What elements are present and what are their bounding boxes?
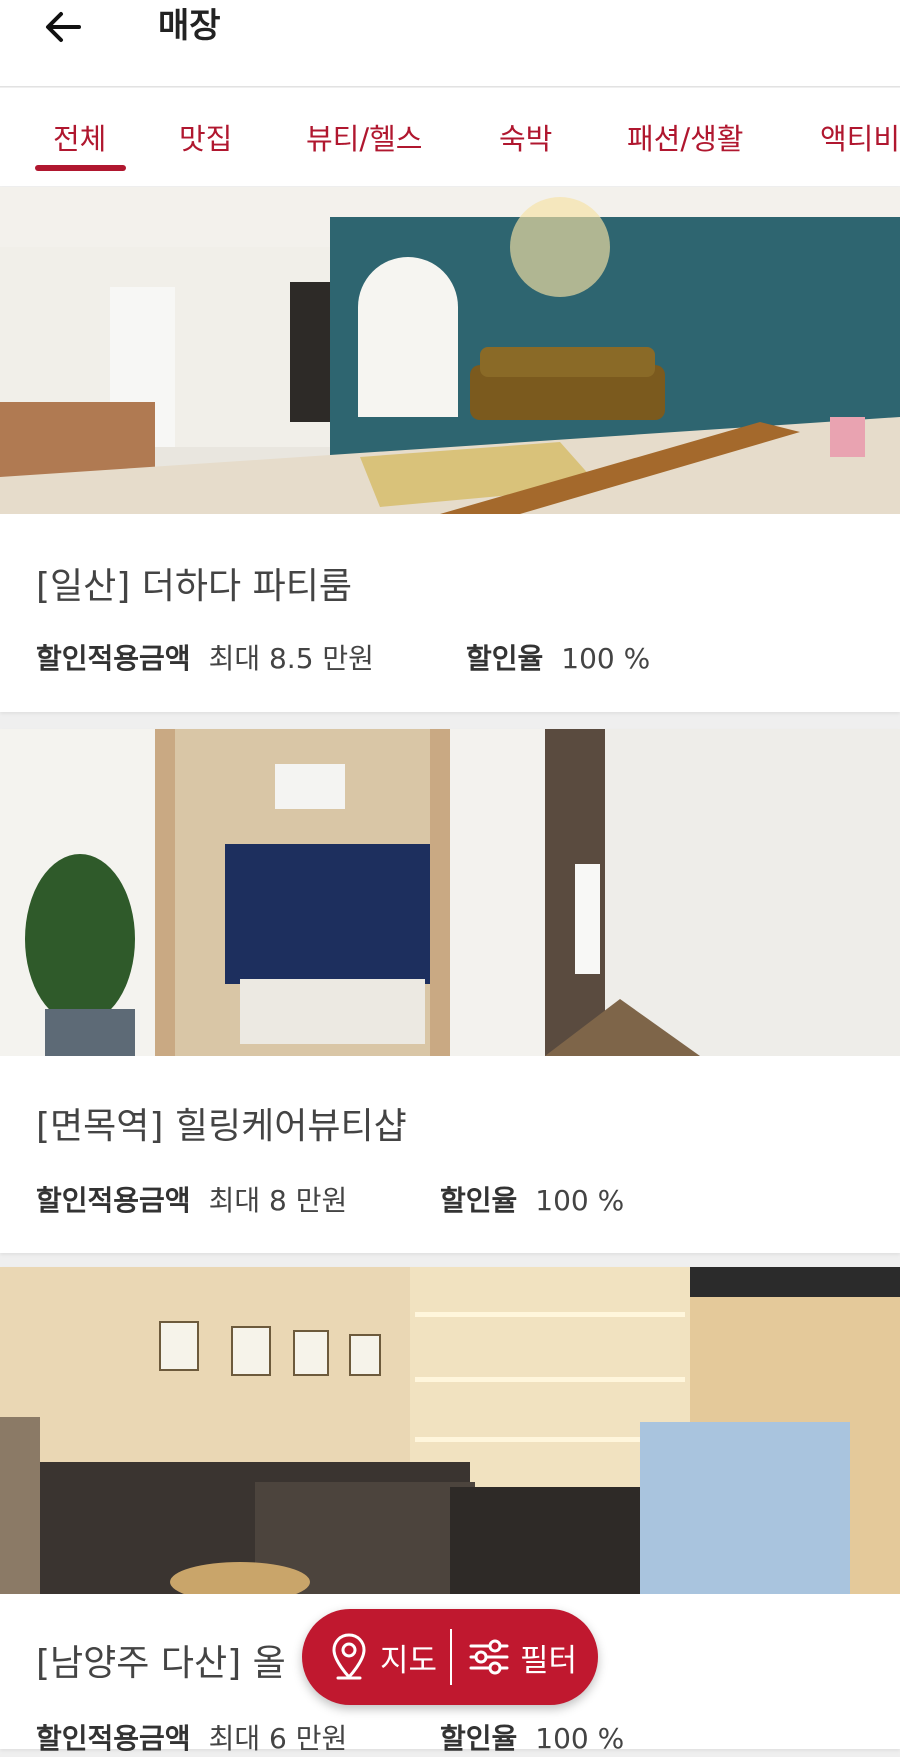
store-card[interactable]: [일산] 더하다 파티룸 할인적용금액 최대 8.5 만원 할인율 100 % — [0, 187, 900, 712]
app-header: 매장 — [0, 0, 900, 87]
map-pin-icon — [332, 1633, 366, 1680]
tab-beauty-health[interactable]: 뷰티/헬스 — [306, 116, 423, 158]
fab-divider — [450, 1629, 452, 1685]
rate-label: 할인율 — [440, 1722, 518, 1755]
store-card[interactable]: [면목역] 힐링케어뷰티샵 할인적용금액 최대 8 만원 할인율 100 % — [0, 729, 900, 1253]
store-photo — [0, 729, 900, 1056]
rate-info: 할인율 100 % — [466, 637, 650, 677]
back-button[interactable] — [38, 2, 88, 52]
store-photo — [0, 187, 900, 514]
rate-value: 100 % — [535, 1722, 625, 1755]
active-tab-indicator — [35, 165, 126, 171]
filter-button[interactable]: 필터 — [468, 1609, 577, 1705]
store-name: [남양주 다산] 올 — [36, 1643, 286, 1684]
discount-label: 할인적용금액 — [36, 642, 191, 675]
page-title: 매장 — [158, 6, 221, 46]
tab-fashion-living[interactable]: 패션/생활 — [627, 116, 744, 158]
tab-lodging[interactable]: 숙박 — [499, 116, 552, 158]
discount-label: 할인적용금액 — [36, 1184, 191, 1217]
discount-value: 최대 8.5 만원 — [208, 642, 374, 675]
rate-value: 100 % — [535, 1184, 625, 1217]
map-filter-fab: 지도 필터 — [302, 1609, 598, 1705]
store-name: [일산] 더하다 파티룸 — [36, 566, 352, 607]
discount-info: 할인적용금액 최대 6 만원 — [36, 1717, 347, 1757]
store-name: [면목역] 힐링케어뷰티샵 — [36, 1106, 407, 1147]
rate-value: 100 % — [561, 642, 651, 675]
filter-sliders-icon — [469, 1639, 509, 1675]
category-tabs: 전체 맛집 뷰티/헬스 숙박 패션/생활 액티비 — [0, 88, 900, 186]
discount-value: 최대 6 만원 — [208, 1722, 348, 1755]
store-photo — [0, 1267, 900, 1594]
map-button[interactable]: 지도 — [330, 1609, 437, 1705]
back-arrow-icon — [46, 12, 81, 42]
tab-restaurants[interactable]: 맛집 — [179, 116, 232, 158]
filter-label: 필터 — [520, 1642, 578, 1679]
rate-label: 할인율 — [440, 1184, 518, 1217]
discount-value: 최대 8 만원 — [208, 1184, 348, 1217]
tab-all[interactable]: 전체 — [53, 116, 106, 158]
discount-info: 할인적용금액 최대 8.5 만원 — [36, 637, 374, 677]
rate-info: 할인율 100 % — [440, 1717, 624, 1757]
map-label: 지도 — [380, 1642, 438, 1679]
rate-label: 할인율 — [466, 642, 544, 675]
tab-activity[interactable]: 액티비 — [820, 116, 900, 158]
discount-label: 할인적용금액 — [36, 1722, 191, 1755]
discount-info: 할인적용금액 최대 8 만원 — [36, 1179, 347, 1219]
rate-info: 할인율 100 % — [440, 1179, 624, 1219]
